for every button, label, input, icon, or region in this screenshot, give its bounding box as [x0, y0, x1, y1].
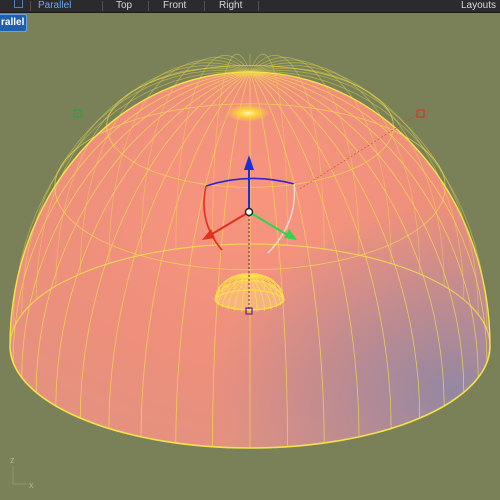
viewport-tab-bar: Parallel Top Front Right Layouts — [0, 0, 500, 13]
tab-parallel[interactable]: Parallel — [38, 0, 71, 11]
tab-divider — [258, 1, 259, 11]
viewport-scene[interactable]: z x — [0, 0, 500, 500]
dome-top-highlight — [226, 104, 270, 122]
world-axis-z-label: z — [10, 455, 15, 465]
control-point-right[interactable] — [416, 109, 425, 118]
layouts-button[interactable]: Layouts — [461, 0, 496, 11]
tab-top[interactable]: Top — [116, 0, 132, 11]
tab-divider — [148, 1, 149, 11]
control-point-left[interactable] — [73, 109, 82, 118]
tab-divider — [102, 1, 103, 11]
world-axes-indicator — [12, 466, 26, 485]
viewport-name-label[interactable]: rallel — [0, 14, 28, 32]
tab-right[interactable]: Right — [219, 0, 242, 11]
gizmo-center[interactable] — [244, 207, 254, 217]
tab-divider — [30, 1, 31, 11]
world-axis-x-label: x — [29, 480, 34, 490]
tab-front[interactable]: Front — [163, 0, 186, 11]
tab-divider — [204, 1, 205, 11]
viewport-toggle-icon[interactable] — [14, 0, 23, 8]
